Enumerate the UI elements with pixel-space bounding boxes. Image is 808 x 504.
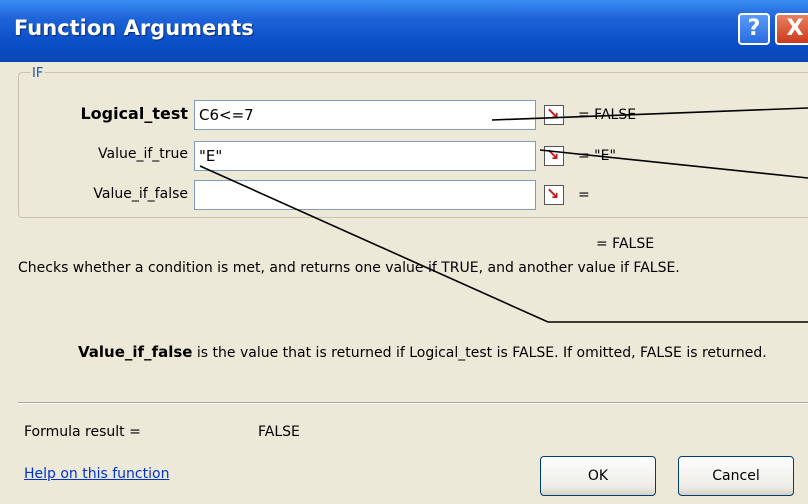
collapse-dialog-icon[interactable]: ↘ bbox=[540, 102, 568, 128]
value-if-false-input[interactable] bbox=[194, 180, 536, 210]
collapse-dialog-icon[interactable]: ↘ bbox=[540, 143, 568, 169]
close-icon[interactable]: X bbox=[775, 13, 808, 45]
value-if-false-result: = bbox=[578, 187, 590, 203]
formula-result-label: Formula result = bbox=[24, 424, 141, 440]
help-icon[interactable]: ? bbox=[738, 13, 770, 45]
logical-test-label: Logical_test bbox=[80, 104, 188, 123]
argument-help: Value_if_false is the value that is retu… bbox=[78, 342, 788, 363]
argument-help-name: Value_if_false bbox=[78, 343, 193, 361]
value-if-true-label: Value_if_true bbox=[98, 146, 188, 162]
logical-test-input[interactable]: C6<=7 bbox=[194, 100, 536, 130]
value-if-false-label: Value_if_false bbox=[93, 186, 188, 202]
group-label: IF bbox=[30, 66, 46, 81]
argument-help-text: is the value that is returned if Logical… bbox=[192, 345, 767, 361]
value-if-true-result: = "E" bbox=[578, 148, 616, 164]
title-bar[interactable]: Function Arguments ? X bbox=[0, 0, 808, 62]
formula-result-value: FALSE bbox=[258, 424, 300, 440]
collapse-dialog-icon[interactable]: ↘ bbox=[540, 182, 568, 208]
function-description: Checks whether a condition is met, and r… bbox=[18, 260, 680, 276]
function-arguments-dialog: Function Arguments ? X IF Logical_test C… bbox=[0, 0, 808, 504]
dialog-title: Function Arguments bbox=[14, 16, 254, 40]
logical-test-result: = FALSE bbox=[578, 107, 637, 123]
function-result: = FALSE bbox=[596, 236, 655, 252]
cancel-button[interactable]: Cancel bbox=[678, 456, 794, 496]
separator bbox=[18, 402, 808, 404]
value-if-true-input[interactable]: "E" bbox=[194, 141, 536, 171]
help-on-function-link[interactable]: Help on this function bbox=[24, 466, 169, 482]
ok-button[interactable]: OK bbox=[540, 456, 656, 496]
